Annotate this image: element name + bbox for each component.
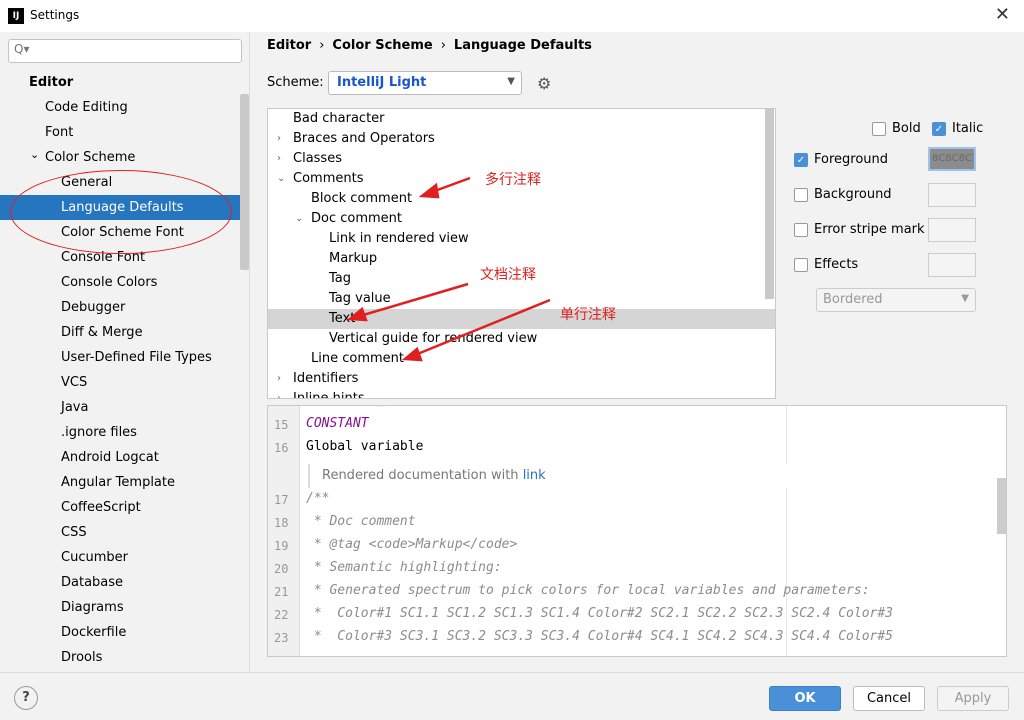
code-line: * Generated spectrum to pick colors for … — [306, 583, 870, 598]
bold-label: Bold — [892, 121, 921, 136]
effect-type-select[interactable]: Bordered ▼ — [816, 288, 976, 312]
line-number: 21 — [274, 585, 289, 599]
code-line: * Color#3 SC3.1 SC3.2 SC3.3 SC3.4 Color#… — [306, 629, 893, 644]
effect-type-value: Bordered — [823, 292, 883, 307]
rendered-doc-text: Rendered documentation with — [322, 468, 523, 483]
foreground-label: Foreground — [814, 152, 889, 167]
help-button[interactable]: ? — [14, 686, 38, 710]
editor-scrollbar[interactable] — [997, 478, 1006, 534]
apply-button[interactable]: Apply — [937, 686, 1009, 711]
code-line: CONSTANT — [306, 416, 369, 431]
bold-checkbox[interactable] — [872, 122, 886, 136]
annotation-label: 单行注释 — [560, 307, 616, 323]
arrow-line — [359, 282, 469, 318]
arrowhead — [346, 306, 368, 322]
line-number: 23 — [274, 631, 289, 645]
background-color-swatch[interactable] — [928, 183, 976, 207]
foreground-color-swatch[interactable]: 8C8C8C — [928, 147, 976, 171]
line-number: 15 — [274, 418, 289, 432]
line-number: 17 — [274, 493, 289, 507]
error-stripe-label: Error stripe mark — [814, 222, 925, 237]
arrow-line — [414, 298, 551, 357]
code-line: Global variable — [306, 439, 424, 454]
foreground-checkbox[interactable]: ✓ — [794, 153, 808, 167]
arrowhead — [418, 182, 440, 199]
line-number: 22 — [274, 608, 289, 622]
background-label: Background — [814, 187, 892, 202]
cancel-button[interactable]: Cancel — [853, 686, 925, 711]
error-stripe-color-swatch[interactable] — [928, 218, 976, 242]
italic-label: Italic — [952, 121, 984, 136]
effects-color-swatch[interactable] — [928, 253, 976, 277]
effects-label: Effects — [814, 257, 859, 272]
line-number: 19 — [274, 539, 289, 553]
line-number: 16 — [274, 441, 289, 455]
rendered-doc-link[interactable]: link — [523, 468, 546, 483]
code-line: printThis_symbol() — [306, 406, 447, 407]
ok-button[interactable]: OK — [769, 686, 841, 711]
arrowhead — [401, 346, 423, 362]
rendered-doc: Rendered documentation with link — [308, 464, 788, 488]
code-line: * Doc comment — [306, 514, 416, 529]
italic-checkbox[interactable]: ✓ — [932, 122, 946, 136]
dialog-footer: ? OK Cancel Apply — [0, 672, 1024, 720]
code-line: * Semantic highlighting: — [306, 560, 502, 575]
line-number: 20 — [274, 562, 289, 576]
background-checkbox[interactable] — [794, 188, 808, 202]
effects-checkbox[interactable] — [794, 258, 808, 272]
code-line: * Color#1 SC1.1 SC1.2 SC1.3 SC1.4 Color#… — [306, 606, 893, 621]
properties-panel: Bold ✓ Italic ✓ Foreground 8C8C8C Backgr… — [776, 108, 1006, 398]
code-line: * @tag <code>Markup</code> — [306, 537, 518, 552]
chevron-down-icon: ▼ — [961, 293, 969, 304]
line-number: 18 — [274, 516, 289, 530]
preview-editor[interactable]: 14 printThis_symbol() 15 CONSTANT 16 Global v… — [267, 405, 1007, 657]
code-line: /** — [306, 491, 330, 506]
error-stripe-checkbox[interactable] — [794, 223, 808, 237]
annotation-label: 文档注释 — [480, 267, 536, 283]
annotation-label: 多行注释 — [485, 172, 541, 188]
line-number: 14 — [274, 406, 288, 408]
